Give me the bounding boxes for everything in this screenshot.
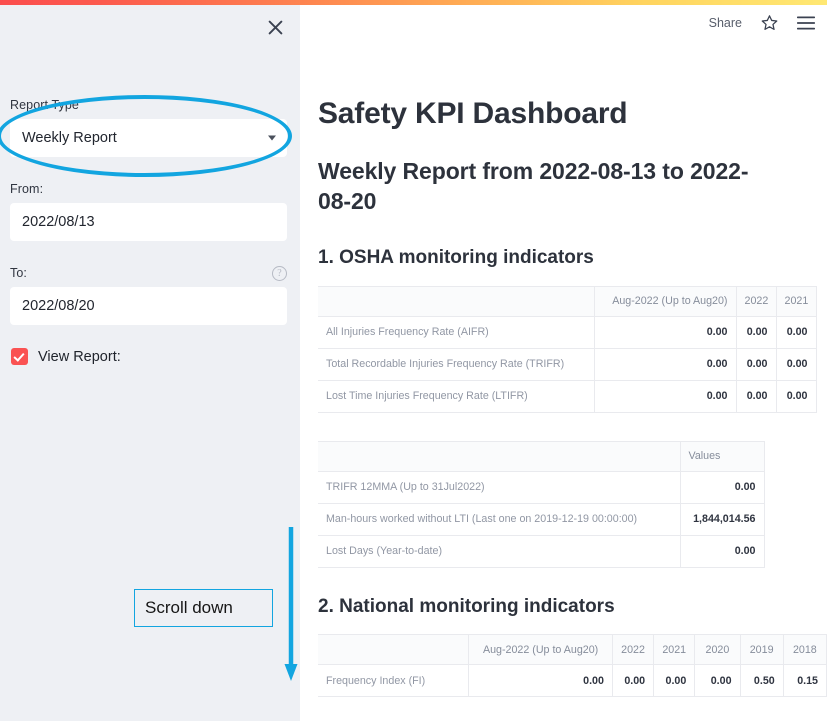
row-value: 0.00 [653, 664, 696, 698]
table-header-cell [318, 285, 595, 317]
section-heading-national: 2. National monitoring indicators [318, 595, 615, 617]
row-value: 0.50 [739, 664, 784, 698]
chevron-down-icon [268, 135, 276, 141]
view-report-label: View Report: [38, 348, 121, 365]
report-content-panel: Share Safety KPI Dashboard Weekly Report… [300, 5, 827, 721]
report-type-field: Report Type Weekly Report [10, 98, 287, 157]
row-value: 0.00 [735, 315, 777, 349]
table-header-cell: 2022 [611, 634, 655, 666]
table-header-cell: 2020 [694, 634, 741, 666]
national-indicators-table: Aug-2022 (Up to Aug20) 2022 2021 2020 20… [318, 634, 827, 698]
table-row: All Injuries Frequency Rate (AIFR) 0.00 … [318, 315, 817, 349]
row-label: All Injuries Frequency Rate (AIFR) [318, 315, 595, 349]
table-header-cell [318, 634, 470, 666]
report-period-subtitle: Weekly Report from 2022-08-13 to 2022-08… [318, 158, 749, 215]
table-header-cell: 2018 [782, 634, 827, 666]
row-value: 0.00 [679, 534, 765, 568]
to-date-label-row: To: ? [10, 266, 287, 281]
row-value: 0.00 [775, 379, 817, 413]
page-title: Safety KPI Dashboard [318, 97, 628, 130]
row-value: 0.00 [593, 315, 737, 349]
report-body: Safety KPI Dashboard Weekly Report from … [300, 5, 827, 721]
view-report-checkbox[interactable] [11, 348, 28, 365]
table-row: Man-hours worked without LTI (Last one o… [318, 502, 765, 536]
row-label: Lost Days (Year-to-date) [318, 534, 681, 568]
row-value: 0.00 [468, 664, 613, 698]
table-row: Total Recordable Injuries Frequency Rate… [318, 347, 817, 381]
table-header-row: Values [318, 440, 765, 472]
row-value: 0.00 [775, 347, 817, 381]
section-heading-osha: 1. OSHA monitoring indicators [318, 246, 594, 268]
table-header-cell: 2021 [775, 285, 817, 317]
table-header-cell: 2019 [739, 634, 784, 666]
table-row: TRIFR 12MMA (Up to 31Jul2022) 0.00 [318, 470, 765, 504]
from-date-label: From: [10, 182, 44, 196]
row-label: Frequency Index (FI) [318, 664, 470, 698]
osha-values-table: Values TRIFR 12MMA (Up to 31Jul2022) 0.0… [318, 440, 765, 568]
table-header-cell: Aug-2022 (Up to Aug20) [468, 634, 613, 666]
row-value: 0.00 [735, 379, 777, 413]
row-value: 0.00 [611, 664, 655, 698]
to-date-input[interactable] [10, 287, 287, 325]
close-sidebar-button[interactable] [262, 14, 288, 40]
question-circle-icon[interactable]: ? [272, 266, 287, 281]
to-date-field: To: ? [10, 266, 287, 325]
row-value: 0.15 [782, 664, 827, 698]
row-value: 0.00 [735, 347, 777, 381]
to-date-label: To: [10, 266, 27, 280]
row-value: 0.00 [694, 664, 741, 698]
report-type-label: Report Type [10, 98, 79, 112]
annotation-callout-scroll-down: Scroll down [134, 589, 273, 627]
report-type-selected-value: Weekly Report [22, 130, 117, 146]
from-date-field: From: [10, 182, 287, 241]
from-date-input[interactable] [10, 203, 287, 241]
report-type-select[interactable]: Weekly Report [10, 119, 287, 157]
table-header-row: Aug-2022 (Up to Aug20) 2022 2021 2020 20… [318, 634, 827, 666]
row-label: Man-hours worked without LTI (Last one o… [318, 502, 681, 536]
row-value: 0.00 [593, 347, 737, 381]
row-value: 1,844,014.56 [679, 502, 765, 536]
table-header-cell: Aug-2022 (Up to Aug20) [593, 285, 737, 317]
table-row: Lost Days (Year-to-date) 0.00 [318, 534, 765, 568]
table-row: Frequency Index (FI) 0.00 0.00 0.00 0.00… [318, 664, 827, 698]
view-report-row: View Report: [11, 348, 121, 365]
table-header-cell: Values [679, 440, 765, 472]
accent-gradient-bar [0, 0, 827, 5]
row-label: Lost Time Injuries Frequency Rate (LTIFR… [318, 379, 595, 413]
table-header-row: Aug-2022 (Up to Aug20) 2022 2021 [318, 285, 817, 317]
row-label: Total Recordable Injuries Frequency Rate… [318, 347, 595, 381]
row-value: 0.00 [775, 315, 817, 349]
row-label: TRIFR 12MMA (Up to 31Jul2022) [318, 470, 681, 504]
annotation-callout-text: Scroll down [145, 598, 233, 617]
table-row: Lost Time Injuries Frequency Rate (LTIFR… [318, 379, 817, 413]
table-header-cell: 2021 [653, 634, 696, 666]
table-header-cell: 2022 [735, 285, 777, 317]
app-window: Report Type Weekly Report From: To: ? Vi… [0, 0, 827, 721]
table-header-cell [318, 440, 681, 472]
row-value: 0.00 [679, 470, 765, 504]
osha-indicators-table: Aug-2022 (Up to Aug20) 2022 2021 All Inj… [318, 285, 817, 413]
row-value: 0.00 [593, 379, 737, 413]
